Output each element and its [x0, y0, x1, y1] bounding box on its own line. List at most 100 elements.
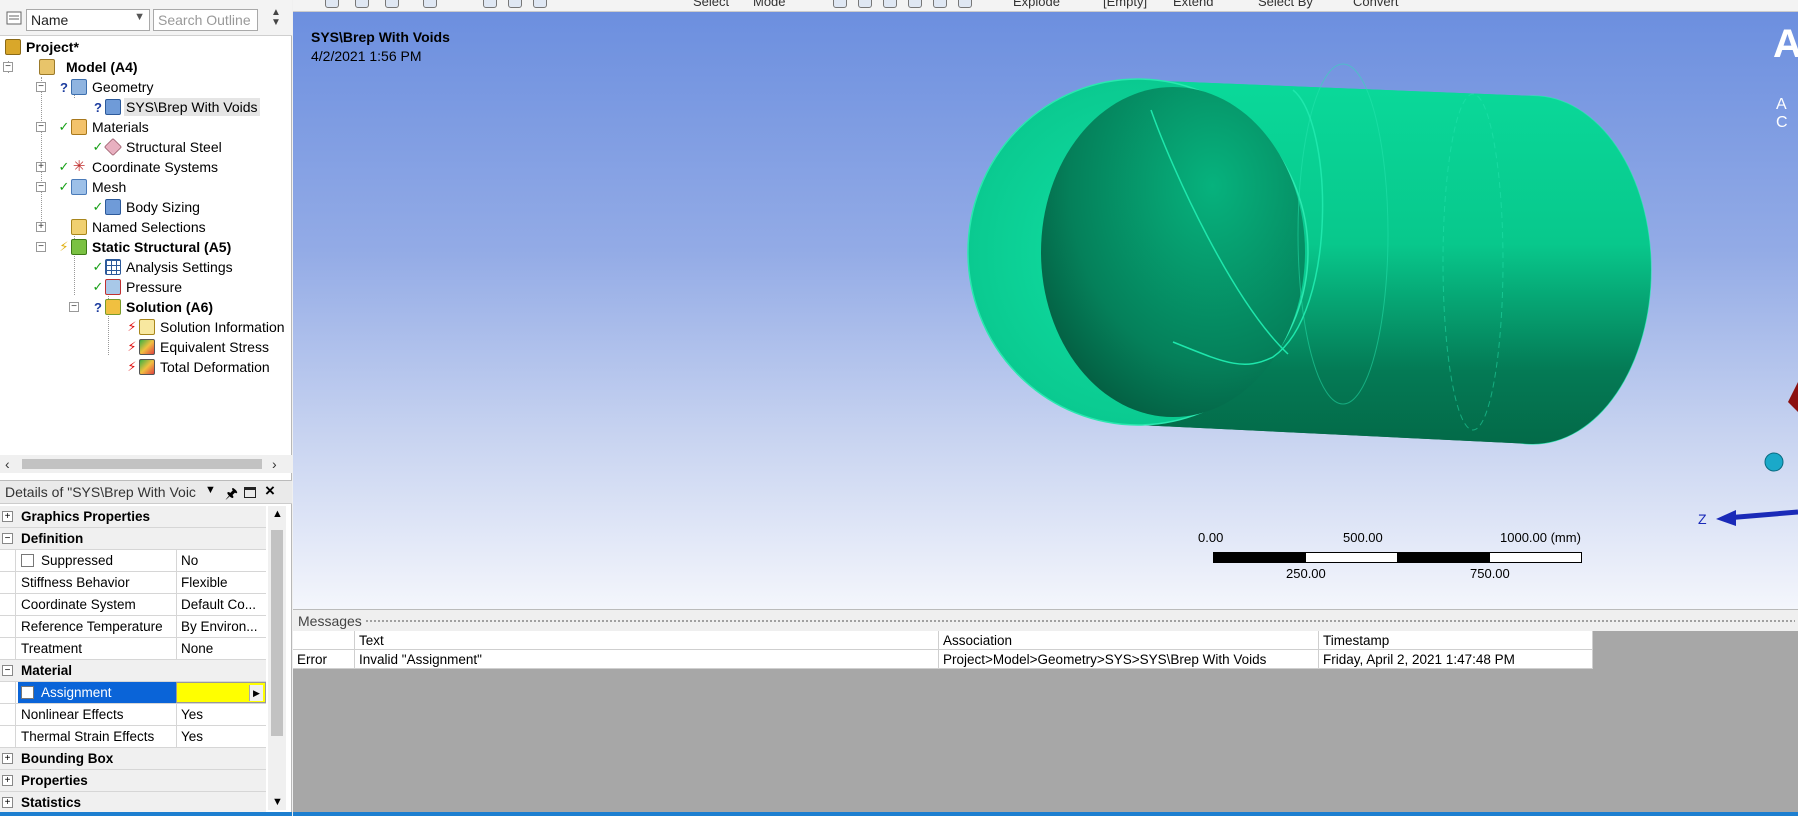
- property-value[interactable]: Default Co...: [176, 594, 266, 615]
- dropdown-arrow-icon[interactable]: ▶: [249, 685, 263, 701]
- details-row-coordinate-system[interactable]: Coordinate System Default Co...: [0, 594, 266, 616]
- select-node-icon[interactable]: [933, 0, 947, 8]
- property-value[interactable]: By Environ...: [176, 616, 266, 637]
- tree-item-coordinate-systems[interactable]: ✓ ✳ Coordinate Systems: [58, 157, 220, 177]
- rotate-icon[interactable]: [423, 0, 437, 8]
- expand-toggle[interactable]: +: [36, 162, 46, 172]
- details-row-thermal-strain-effects[interactable]: Thermal Strain Effects Yes: [0, 726, 266, 748]
- collapse-toggle[interactable]: −: [36, 242, 46, 252]
- drag-grip[interactable]: [365, 619, 1795, 624]
- details-row-stiffness-behavior[interactable]: Stiffness Behavior Flexible: [0, 572, 266, 594]
- graphics-viewport[interactable]: SYS\Brep With Voids 4/2/2021 1:56 PM A A…: [293, 12, 1798, 609]
- expand-toggle[interactable]: +: [2, 511, 13, 522]
- details-category-definition[interactable]: − Definition: [0, 528, 266, 550]
- select-by-label[interactable]: Select By: [1258, 0, 1313, 9]
- details-row-assignment[interactable]: Assignment ▶: [0, 682, 266, 704]
- maximize-icon[interactable]: [244, 487, 256, 498]
- property-value[interactable]: Yes: [176, 704, 266, 725]
- select-edge-icon[interactable]: [858, 0, 872, 8]
- tree-item-pressure[interactable]: ✓ Pressure: [92, 277, 184, 297]
- tree-item-model[interactable]: Model (A4): [38, 57, 140, 77]
- details-category-graphics-properties[interactable]: + Graphics Properties: [0, 506, 266, 528]
- scrollbar-thumb[interactable]: [22, 459, 262, 469]
- expand-toggle[interactable]: +: [2, 775, 13, 786]
- tree-item-total-deformation[interactable]: ⚡ Total Deformation: [126, 357, 272, 377]
- select-point-icon[interactable]: [355, 0, 369, 8]
- tree-item-analysis-settings[interactable]: ✓ Analysis Settings: [92, 257, 235, 277]
- tree-item-solution[interactable]: ? Solution (A6): [92, 297, 215, 317]
- extend-label[interactable]: Extend: [1173, 0, 1213, 9]
- table-row[interactable]: Error Invalid "Assignment" Project>Model…: [293, 650, 1593, 669]
- select-vertex-icon[interactable]: [833, 0, 847, 8]
- collapse-toggle[interactable]: −: [2, 533, 13, 544]
- column-header-text[interactable]: Text: [355, 631, 939, 650]
- property-value[interactable]: Yes: [176, 726, 266, 747]
- suppressed-checkbox[interactable]: [21, 554, 34, 567]
- cylinder-model[interactable]: [293, 12, 1798, 609]
- close-icon[interactable]: ×: [265, 481, 275, 501]
- details-category-statistics[interactable]: + Statistics: [0, 792, 266, 814]
- details-category-properties[interactable]: + Properties: [0, 770, 266, 792]
- zoom-out-icon[interactable]: [508, 0, 522, 8]
- tree-item-static-structural[interactable]: ⚡ Static Structural (A5): [58, 237, 233, 257]
- assignment-checkbox[interactable]: [21, 686, 34, 699]
- explode-label[interactable]: Explode: [1013, 0, 1060, 9]
- zoom-icon[interactable]: [325, 0, 339, 8]
- collapse-arrows-icon[interactable]: ▲ ▼: [268, 8, 284, 30]
- collapse-toggle[interactable]: −: [3, 62, 13, 72]
- outline-horizontal-scrollbar[interactable]: ‹ ›: [0, 455, 292, 473]
- tree-item-geometry[interactable]: ? Geometry: [58, 77, 155, 97]
- tree-item-solution-information[interactable]: ⚡ Solution Information: [126, 317, 287, 337]
- tree-item-mesh[interactable]: ✓ Mesh: [58, 177, 128, 197]
- select-face2-icon[interactable]: [883, 0, 897, 8]
- property-value[interactable]: None: [176, 638, 266, 659]
- select-mode-label[interactable]: Select: [693, 0, 729, 9]
- select-face-icon[interactable]: [385, 0, 399, 8]
- expand-toggle[interactable]: +: [2, 753, 13, 764]
- expand-toggle[interactable]: +: [36, 222, 46, 232]
- scroll-up-icon[interactable]: ▲: [272, 508, 283, 520]
- details-category-bounding-box[interactable]: + Bounding Box: [0, 748, 266, 770]
- details-category-material[interactable]: − Material: [0, 660, 266, 682]
- collapse-toggle[interactable]: −: [2, 665, 13, 676]
- tree-item-body-sizing[interactable]: ✓ Body Sizing: [92, 197, 202, 217]
- details-row-treatment[interactable]: Treatment None: [0, 638, 266, 660]
- tree-item-brep-with-voids[interactable]: ? SYS\Brep With Voids: [92, 97, 260, 117]
- column-header-association[interactable]: Association: [939, 631, 1319, 650]
- zoom-box-icon[interactable]: [533, 0, 547, 8]
- tree-item-project[interactable]: Project*: [4, 37, 81, 57]
- scrollbar-thumb[interactable]: [271, 530, 283, 736]
- assignment-value-dropdown[interactable]: ▶: [176, 682, 266, 703]
- collapse-toggle[interactable]: −: [36, 122, 46, 132]
- collapse-toggle[interactable]: −: [36, 182, 46, 192]
- expand-toggle[interactable]: +: [2, 797, 13, 808]
- scroll-left-icon[interactable]: ‹: [5, 456, 10, 472]
- collapse-toggle[interactable]: −: [69, 302, 79, 312]
- scroll-down-icon[interactable]: ▼: [272, 796, 283, 808]
- tree-item-materials[interactable]: ✓ Materials: [58, 117, 151, 137]
- details-row-nonlinear-effects[interactable]: Nonlinear Effects Yes: [0, 704, 266, 726]
- outline-view-icon[interactable]: [6, 10, 22, 26]
- pin-icon[interactable]: 🖈: [225, 483, 238, 507]
- mode-label[interactable]: Mode: [753, 0, 786, 9]
- chevron-down-icon[interactable]: ▼: [205, 484, 216, 496]
- collapse-toggle[interactable]: −: [36, 82, 46, 92]
- axis-triad[interactable]: Z: [1678, 372, 1798, 532]
- details-row-reference-temperature[interactable]: Reference Temperature By Environ...: [0, 616, 266, 638]
- tree-item-structural-steel[interactable]: ✓ Structural Steel: [92, 137, 224, 157]
- details-row-suppressed[interactable]: Suppressed No: [0, 550, 266, 572]
- convert-label[interactable]: Convert: [1353, 0, 1399, 9]
- scroll-right-icon[interactable]: ›: [272, 456, 277, 472]
- search-outline-input[interactable]: Search Outline: [153, 9, 258, 31]
- column-header-timestamp[interactable]: Timestamp: [1319, 631, 1593, 650]
- details-vertical-scrollbar[interactable]: ▲ ▼: [268, 506, 286, 810]
- column-header[interactable]: [293, 631, 355, 650]
- select-element-icon[interactable]: [958, 0, 972, 8]
- empty-selection-label[interactable]: [Empty]: [1103, 0, 1147, 9]
- tree-item-named-selections[interactable]: Named Selections: [70, 217, 208, 237]
- select-body-icon[interactable]: [908, 0, 922, 8]
- name-filter-dropdown[interactable]: Name ▼: [26, 9, 150, 31]
- zoom-in-icon[interactable]: [483, 0, 497, 8]
- tree-item-equivalent-stress[interactable]: ⚡ Equivalent Stress: [126, 337, 271, 357]
- property-value[interactable]: Flexible: [176, 572, 266, 593]
